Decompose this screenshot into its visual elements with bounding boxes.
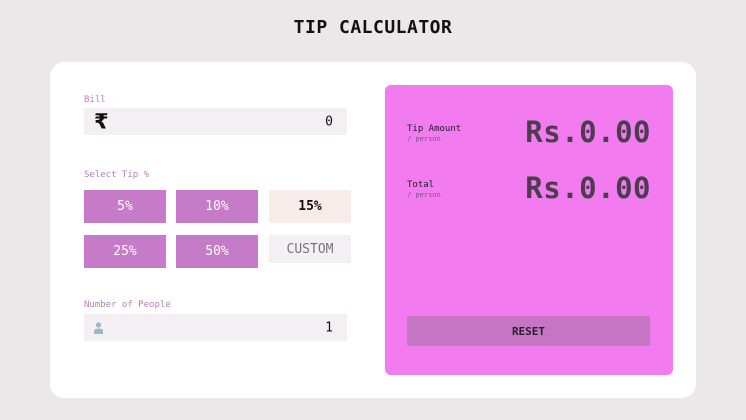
bill-label: Bill bbox=[84, 95, 106, 105]
tip-amount-value: Rs.0.00 bbox=[525, 115, 651, 149]
tip-button-15[interactable]: 15% bbox=[269, 190, 351, 223]
person-icon bbox=[94, 321, 103, 334]
people-input[interactable]: 1 bbox=[84, 314, 347, 341]
tip-button-5[interactable]: 5% bbox=[84, 190, 166, 223]
bill-input[interactable]: ₹ 0 bbox=[84, 108, 347, 135]
select-tip-label: Select Tip % bbox=[84, 170, 150, 180]
tip-amount-label: Tip Amount bbox=[407, 124, 462, 134]
tip-button-25[interactable]: 25% bbox=[84, 235, 166, 268]
custom-tip-input[interactable]: CUSTOM bbox=[269, 235, 351, 263]
result-panel: Tip Amount / person Rs.0.00 Total / pers… bbox=[385, 85, 673, 375]
tip-amount-per-person: / person bbox=[407, 135, 441, 143]
tip-button-10[interactable]: 10% bbox=[176, 190, 258, 223]
tip-button-50[interactable]: 50% bbox=[176, 235, 258, 268]
app-title: TIP CALCULATOR bbox=[293, 17, 453, 38]
total-per-person: / person bbox=[407, 191, 441, 199]
people-label: Number of People bbox=[84, 300, 171, 310]
bill-value: 0 bbox=[325, 114, 333, 129]
total-value: Rs.0.00 bbox=[525, 171, 651, 205]
total-label: Total bbox=[407, 180, 435, 190]
reset-button[interactable]: RESET bbox=[407, 316, 650, 346]
rupee-icon: ₹ bbox=[94, 109, 109, 133]
people-value: 1 bbox=[325, 320, 333, 335]
